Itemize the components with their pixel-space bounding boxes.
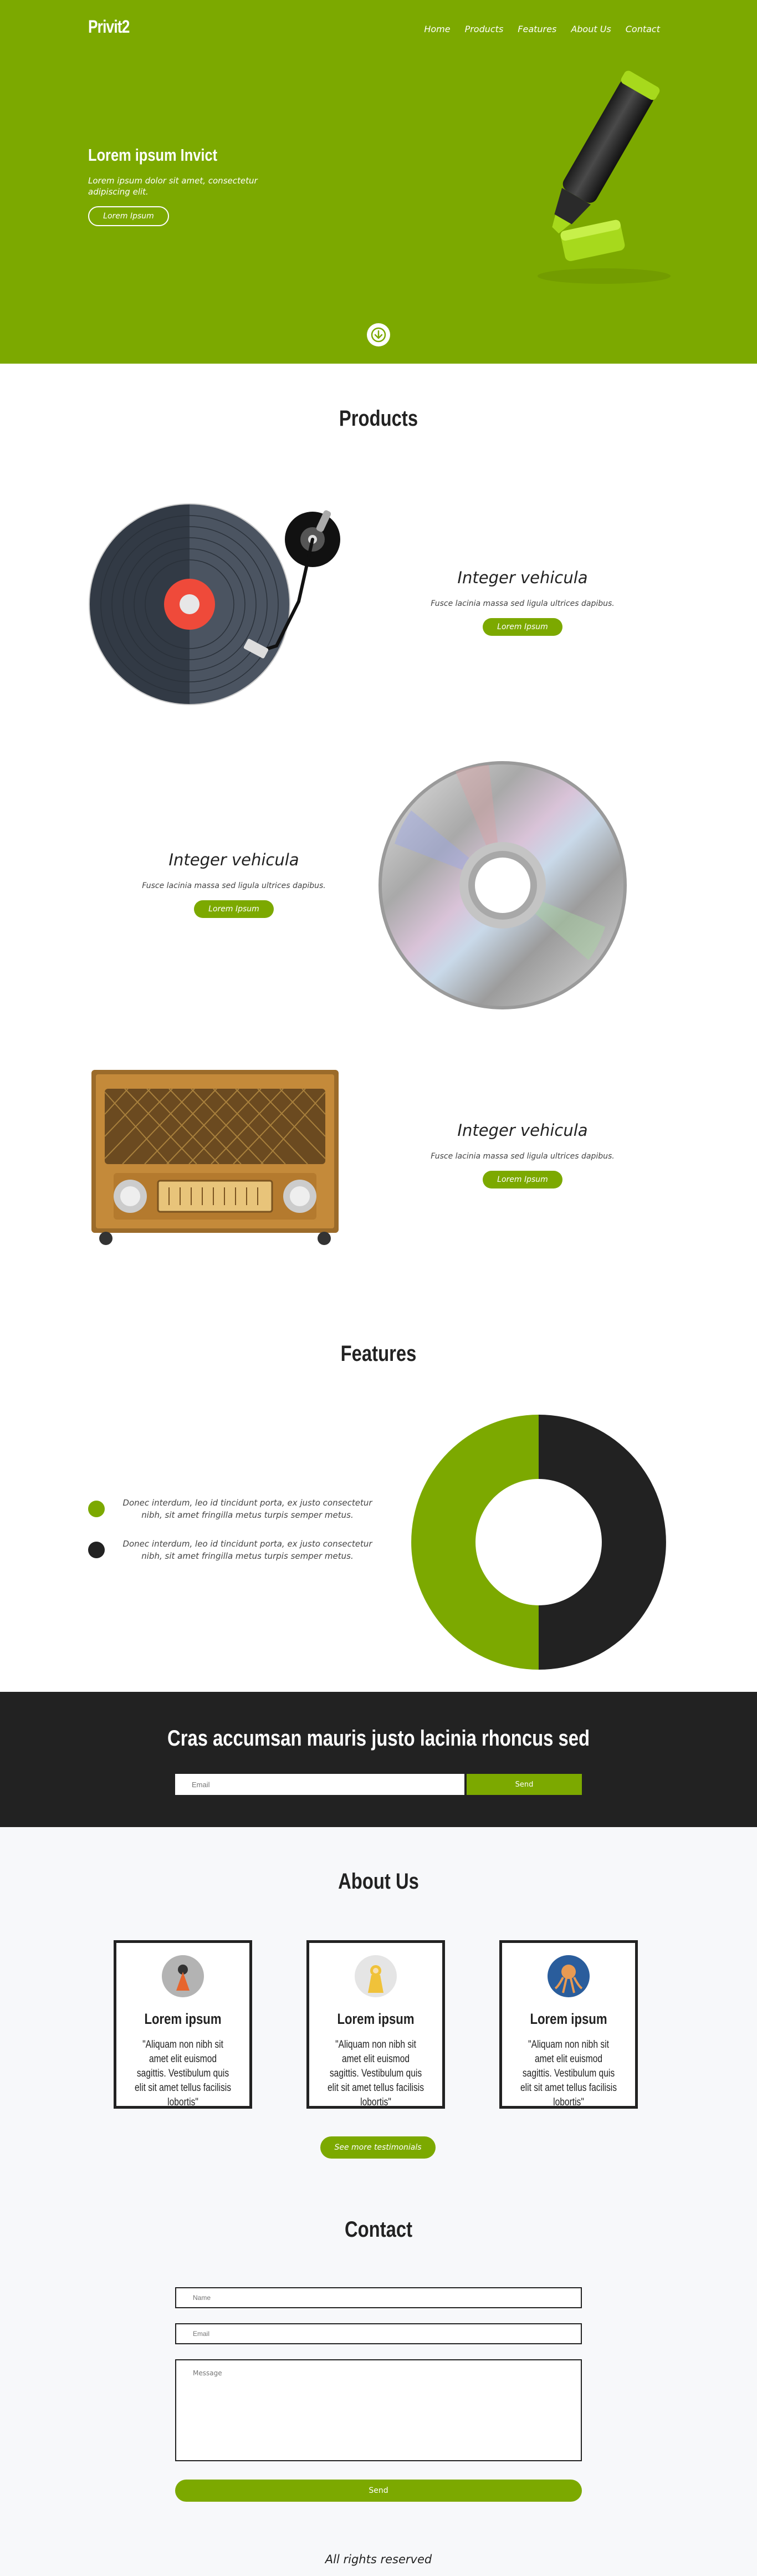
- avatar-yellow-raincoat-icon: [355, 1955, 397, 1997]
- product-3-button[interactable]: Lorem Ipsum: [483, 1171, 562, 1188]
- vintage-radio-icon: [91, 1070, 339, 1245]
- about-title: About Us: [338, 1869, 419, 1894]
- donut-segment-green: [411, 1415, 539, 1670]
- brand-logo[interactable]: Privit2: [88, 17, 130, 37]
- feature-dot-dark: [88, 1542, 105, 1558]
- testimonial-card: Lorem ipsum "Aliquam non nibh sit amet e…: [114, 1940, 252, 2109]
- testimonial-quote: "Aliquam non nibh sit amet elit euismod …: [134, 2039, 232, 2108]
- hero-button[interactable]: Lorem Ipsum: [88, 206, 169, 226]
- footer-text: All rights reserved: [325, 2553, 432, 2566]
- nav-home[interactable]: Home: [424, 24, 450, 34]
- testimonial-name: Lorem ipsum: [530, 2011, 607, 2027]
- feature-dot-green: [88, 1501, 105, 1517]
- testimonial-card: Lorem ipsum "Aliquam non nibh sit amet e…: [499, 1940, 638, 2109]
- donut-chart: [411, 1415, 666, 1670]
- contact-title: Contact: [344, 2217, 413, 2242]
- product-1-button[interactable]: Lorem Ipsum: [483, 618, 562, 636]
- nav-products[interactable]: Products: [465, 24, 504, 34]
- feature-item: Donec interdum, leo id tincidunt porta, …: [88, 1497, 376, 1521]
- cta-title: Cras accumsan mauris justo lacinia rhonc…: [167, 1726, 590, 1751]
- product-2-button[interactable]: Lorem Ipsum: [194, 900, 274, 918]
- arrow-down-circle-icon[interactable]: [367, 323, 390, 346]
- email-field[interactable]: [175, 2323, 582, 2344]
- donut-segment-dark: [539, 1415, 666, 1670]
- testimonial-quote: "Aliquam non nibh sit amet elit euismod …: [327, 2039, 424, 2108]
- cta-send-button[interactable]: Send: [467, 1774, 582, 1795]
- product-2: Integer vehicula Fusce lacinia massa sed…: [117, 850, 350, 918]
- feature-text: Donec interdum, leo id tincidunt porta, …: [122, 1498, 372, 1520]
- hero-text: Lorem ipsum dolor sit amet, consectetur …: [88, 176, 258, 197]
- product-1-heading: Integer vehicula: [457, 568, 588, 587]
- features-title: Features: [340, 1341, 417, 1366]
- highlighter-marker-icon: [538, 70, 671, 284]
- hero-title: Lorem ipsum Invict: [88, 145, 218, 165]
- hero-section: Privit2 Home Products Features About Us …: [0, 0, 757, 364]
- message-field[interactable]: [175, 2359, 582, 2461]
- product-1-text: Fusce lacinia massa sed ligula ultrices …: [431, 599, 615, 608]
- testimonial-name: Lorem ipsum: [144, 2011, 222, 2027]
- main-nav: Home Products Features About Us Contact: [424, 24, 660, 34]
- testimonial-quote: "Aliquam non nibh sit amet elit euismod …: [520, 2039, 617, 2108]
- product-3: Integer vehicula Fusce lacinia massa sed…: [406, 1121, 639, 1188]
- name-field[interactable]: [175, 2287, 582, 2308]
- product-1: Integer vehicula Fusce lacinia massa sed…: [406, 568, 639, 636]
- turntable-icon: [89, 503, 340, 705]
- product-3-heading: Integer vehicula: [457, 1121, 588, 1140]
- cta-email-input[interactable]: [175, 1774, 464, 1795]
- avatar-orange-figure-icon: [162, 1955, 204, 1997]
- testimonial-name: Lorem ipsum: [337, 2011, 415, 2027]
- avatar-octopus-icon: [548, 1955, 590, 1997]
- feature-text: Donec interdum, leo id tincidunt porta, …: [122, 1539, 372, 1561]
- compact-disc-icon: [378, 761, 627, 1009]
- feature-item: Donec interdum, leo id tincidunt porta, …: [88, 1538, 376, 1562]
- about-section: About Us Lorem ipsum "Aliquam non nibh s…: [0, 1827, 757, 2576]
- product-3-text: Fusce lacinia massa sed ligula ultrices …: [431, 1152, 615, 1161]
- nav-features[interactable]: Features: [518, 24, 556, 34]
- see-more-testimonials-button[interactable]: See more testimonials: [320, 2136, 436, 2159]
- product-2-text: Fusce lacinia massa sed ligula ultrices …: [142, 881, 326, 890]
- newsletter-section: Cras accumsan mauris justo lacinia rhonc…: [0, 1692, 757, 1827]
- product-2-heading: Integer vehicula: [168, 850, 299, 869]
- nav-about-us[interactable]: About Us: [571, 24, 611, 34]
- nav-contact[interactable]: Contact: [626, 24, 660, 34]
- products-title: Products: [339, 406, 418, 431]
- testimonial-card: Lorem ipsum "Aliquam non nibh sit amet e…: [306, 1940, 445, 2109]
- contact-send-button[interactable]: Send: [175, 2480, 582, 2502]
